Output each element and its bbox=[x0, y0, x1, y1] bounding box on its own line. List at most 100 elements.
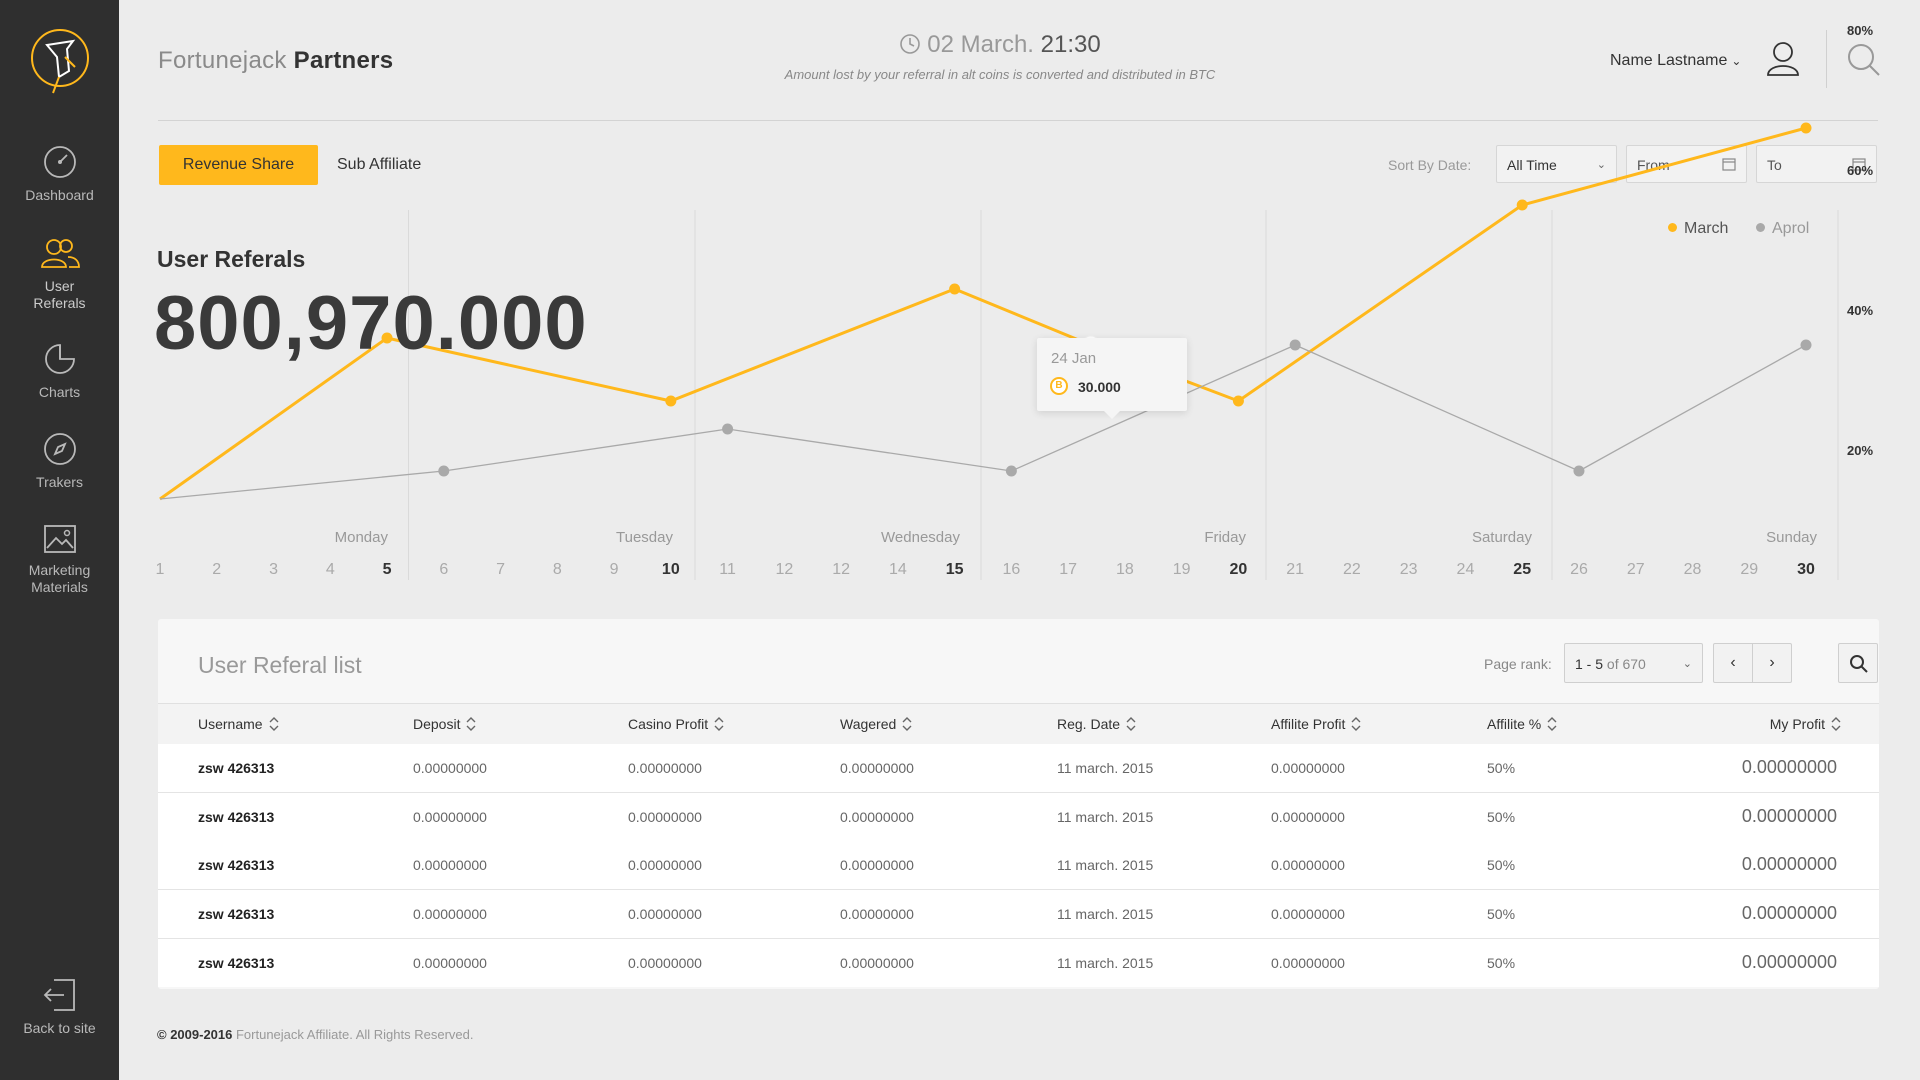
column-header-label: Casino Profit bbox=[628, 716, 709, 732]
next-page-button[interactable]: › bbox=[1752, 643, 1792, 683]
column-header-label: Affilite Profit bbox=[1271, 716, 1346, 732]
x-tick-label: 15 bbox=[946, 561, 964, 578]
table-cell: 0.00000000 bbox=[1271, 857, 1345, 874]
table-cell: 0.00000000 bbox=[413, 906, 487, 923]
x-tick-label: 21 bbox=[1286, 561, 1304, 578]
table-cell: 0.00000000 bbox=[1741, 805, 1837, 826]
sort-icon[interactable] bbox=[1126, 717, 1136, 734]
column-header[interactable]: Username bbox=[198, 716, 279, 734]
x-tick-label: 12 bbox=[832, 561, 850, 578]
legend-dot bbox=[1668, 223, 1677, 232]
table-row[interactable]: zsw 426313 0.00000000 0.00000000 0.00000000… bbox=[158, 890, 1879, 940]
search-icon bbox=[1850, 655, 1868, 673]
day-label: Monday bbox=[335, 529, 389, 546]
x-tick-label: 7 bbox=[496, 561, 505, 578]
day-label: Saturday bbox=[1472, 529, 1533, 546]
table-cell: zsw 426313 bbox=[198, 760, 275, 776]
x-tick-label: 12 bbox=[775, 561, 793, 578]
column-header[interactable]: My Profit bbox=[1770, 716, 1841, 734]
table-cell: 0.00000000 bbox=[628, 906, 702, 923]
table-cell: 0.00000000 bbox=[413, 857, 487, 874]
table-cell: 0.00000000 bbox=[1271, 954, 1345, 971]
copyright-text: Fortunejack Affiliate. All Rights Reserv… bbox=[235, 1027, 474, 1042]
chevron-left-icon: ‹ bbox=[1730, 654, 1736, 671]
table-header: Username Deposit Casino Profit Wagered Reg. … bbox=[158, 703, 1879, 745]
column-header[interactable]: Reg. Date bbox=[1057, 716, 1136, 734]
day-label: Tuesday bbox=[616, 529, 673, 546]
tooltip-pointer bbox=[1104, 411, 1120, 419]
table-cell: 0.00000000 bbox=[628, 857, 702, 874]
data-point-march bbox=[1800, 122, 1812, 134]
table-title: User Referal list bbox=[198, 652, 362, 678]
sort-icon[interactable] bbox=[1547, 717, 1557, 734]
series-line-aprol bbox=[159, 344, 1807, 500]
x-tick-label: 11 bbox=[719, 561, 736, 578]
x-tick-label: 14 bbox=[889, 561, 907, 578]
x-tick-label: 30 bbox=[1797, 561, 1815, 578]
column-header[interactable]: Casino Profit bbox=[628, 716, 724, 734]
table-row[interactable]: zsw 426313 0.00000000 0.00000000 0.00000000… bbox=[158, 744, 1879, 793]
legend-dot bbox=[1756, 223, 1765, 232]
column-header[interactable]: Affilite % bbox=[1487, 716, 1557, 734]
day-label: Sunday bbox=[1766, 529, 1817, 546]
data-point-march bbox=[665, 395, 677, 407]
table-cell: zsw 426313 bbox=[198, 857, 275, 874]
sort-icon[interactable] bbox=[269, 717, 279, 734]
data-point-aprol bbox=[1800, 339, 1812, 351]
table-row[interactable]: zsw 426313 0.00000000 0.00000000 0.00000000… bbox=[158, 792, 1879, 842]
column-header-label: My Profit bbox=[1769, 716, 1825, 732]
table-cell: 50% bbox=[1487, 760, 1516, 776]
table-cell: 0.00000000 bbox=[413, 760, 487, 776]
back-to-site-link[interactable]: Back to site bbox=[0, 978, 119, 1037]
table-cell: 50% bbox=[1487, 857, 1516, 874]
total-referals-value: 800,970.000 bbox=[154, 281, 588, 366]
x-tick-label: 17 bbox=[1059, 561, 1077, 578]
column-header[interactable]: Affilite Profit bbox=[1271, 716, 1361, 734]
x-tick-label: 29 bbox=[1740, 561, 1758, 578]
data-point-aprol bbox=[1005, 465, 1017, 477]
day-label: Wednesday bbox=[881, 529, 960, 546]
table-cell: 0.00000000 bbox=[1741, 903, 1837, 924]
table-row[interactable]: zsw 426313 0.00000000 0.00000000 0.00000000… bbox=[158, 938, 1879, 987]
table-cell: 0.00000000 bbox=[1741, 951, 1837, 972]
bitcoin-icon: B bbox=[1050, 377, 1068, 395]
x-tick-label: 18 bbox=[1116, 561, 1134, 578]
column-header[interactable]: Deposit bbox=[413, 716, 476, 734]
legend-item-march[interactable]: March bbox=[1668, 220, 1728, 238]
table-cell: 50% bbox=[1487, 808, 1516, 825]
table-cell: 0.00000000 bbox=[840, 857, 914, 874]
table-search-button[interactable] bbox=[1838, 643, 1878, 683]
column-header[interactable]: Wagered bbox=[840, 716, 912, 734]
tooltip-value: 30.000 bbox=[1078, 379, 1121, 395]
page-range: 1 - 5 bbox=[1575, 656, 1604, 672]
table-row[interactable]: zsw 426313 0.00000000 0.00000000 0.00000000… bbox=[158, 841, 1879, 891]
sort-icon[interactable] bbox=[902, 717, 912, 734]
table-cell: 0.00000000 bbox=[1741, 854, 1837, 875]
data-point-march bbox=[949, 283, 961, 295]
sort-icon[interactable] bbox=[1351, 717, 1361, 734]
table-cell: 0.00000000 bbox=[628, 954, 702, 971]
y-tick-label: 20% bbox=[1847, 443, 1873, 458]
chart-title: User Referals bbox=[157, 246, 306, 272]
prev-page-button[interactable]: ‹ bbox=[1713, 643, 1753, 683]
x-tick-label: 8 bbox=[553, 561, 562, 578]
data-point-aprol bbox=[722, 423, 734, 435]
table-cell: 0.00000000 bbox=[413, 808, 487, 825]
table-cell: 0.00000000 bbox=[628, 760, 702, 776]
x-tick-label: 24 bbox=[1457, 561, 1475, 578]
table-cell: 11 march. 2015 bbox=[1057, 954, 1154, 971]
legend-item-aprol[interactable]: Aprol bbox=[1756, 220, 1809, 238]
sort-icon[interactable] bbox=[466, 717, 476, 734]
sort-icon[interactable] bbox=[1831, 717, 1841, 734]
x-tick-label: 9 bbox=[610, 561, 619, 578]
copyright-years: © 2009-2016 bbox=[157, 1027, 233, 1042]
x-tick-label: 5 bbox=[383, 561, 392, 578]
table-cell: 0.00000000 bbox=[413, 954, 487, 971]
x-tick-label: 3 bbox=[269, 561, 278, 578]
sort-icon[interactable] bbox=[714, 717, 724, 734]
page-rank-select[interactable]: 1 - 5 of 670 ⌄ bbox=[1564, 643, 1703, 683]
chart-tooltip: 24 Jan B 30.000 bbox=[1037, 338, 1187, 419]
x-tick-label: 16 bbox=[1002, 561, 1020, 578]
footer: © 2009-2016 Fortunejack Affiliate. All R… bbox=[157, 1027, 473, 1042]
x-tick-label: 4 bbox=[326, 561, 335, 578]
